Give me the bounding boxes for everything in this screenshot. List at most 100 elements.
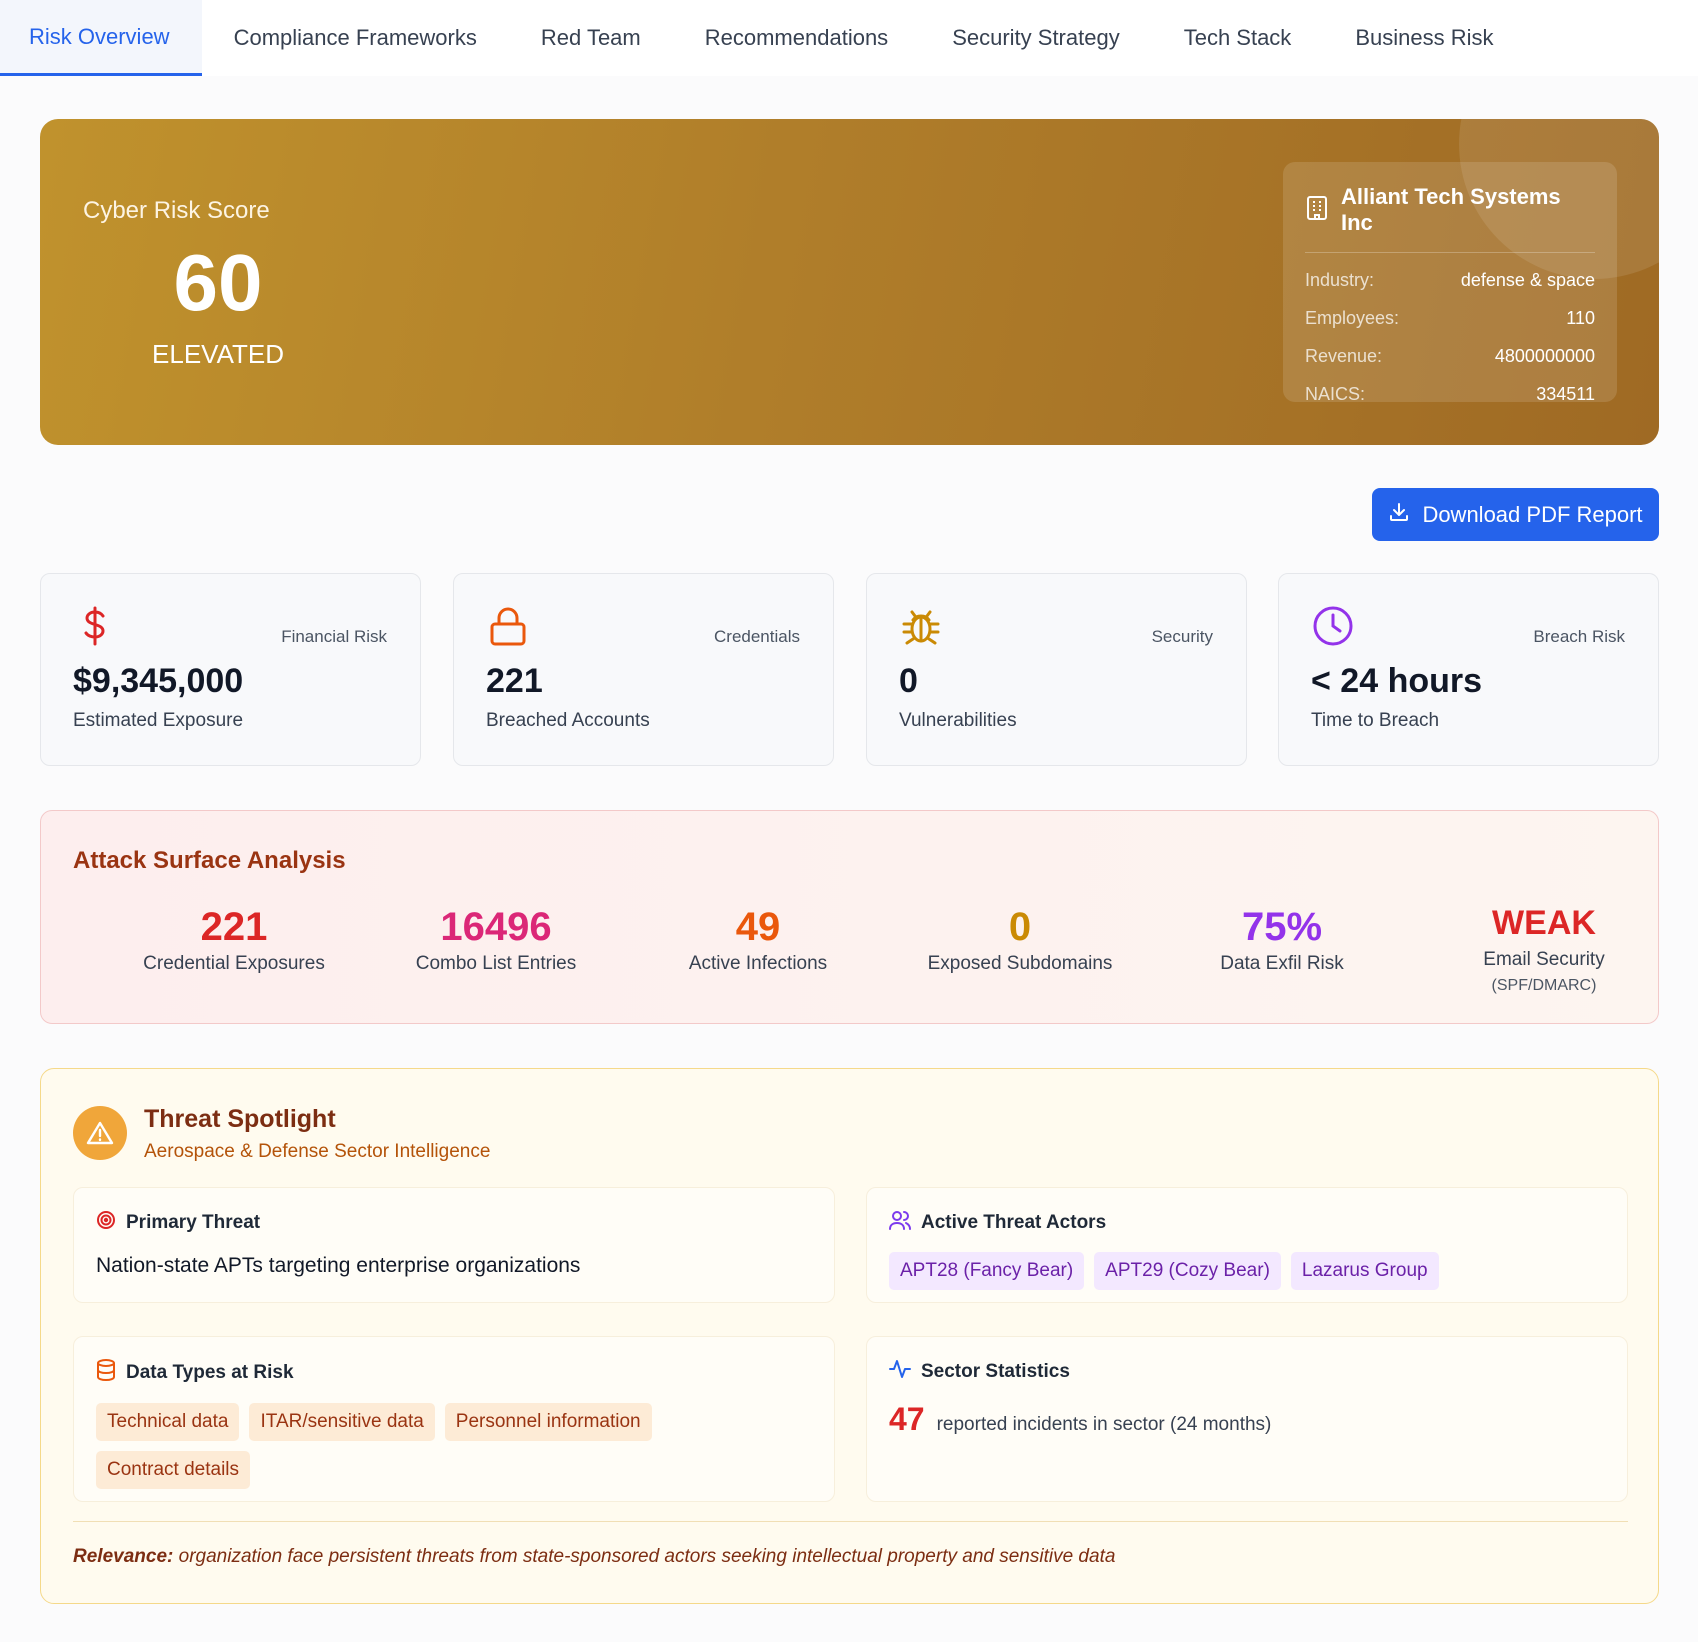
primary-threat-panel: Primary Threat Nation-state APTs targeti… <box>73 1187 835 1303</box>
company-header: Alliant Tech Systems Inc <box>1305 184 1595 253</box>
attack-stat-exposed-subdomains: 0 Exposed Subdomains <box>889 903 1151 975</box>
metric-category: Breach Risk <box>1533 627 1625 646</box>
data-types-heading-text: Data Types at Risk <box>126 1362 294 1383</box>
company-row-key: Revenue: <box>1305 346 1383 366</box>
attack-stat-value: 49 <box>735 905 781 949</box>
tab-red-team[interactable]: Red Team <box>509 0 673 76</box>
data-type-chip: ITAR/sensitive data <box>249 1403 435 1441</box>
threat-actor-chip: APT29 (Cozy Bear) <box>1094 1252 1281 1290</box>
attack-stat-active-infections: 49 Active Infections <box>627 903 889 975</box>
sector-stat-text: reported incidents in sector (24 months) <box>936 1414 1272 1435</box>
tab-risk-overview[interactable]: Risk Overview <box>0 0 202 76</box>
attack-stat-label: Active Infections <box>688 953 828 974</box>
threat-actors-heading: Active Threat Actors <box>889 1210 1605 1236</box>
data-type-chip: Technical data <box>96 1403 240 1441</box>
database-icon <box>96 1359 116 1387</box>
metric-card-breach: Breach Risk < 24 hours Time to Breach <box>1278 573 1659 766</box>
sector-stat-row: 47 reported incidents in sector (24 mont… <box>889 1401 1605 1438</box>
metric-value: $9,345,000 <box>73 662 244 700</box>
threat-actor-chips: APT28 (Fancy Bear) APT29 (Cozy Bear) Laz… <box>889 1252 1509 1290</box>
download-icon <box>1388 501 1410 529</box>
company-row-value: defense & space <box>1460 270 1595 290</box>
relevance-text: organization face persistent threats fro… <box>178 1546 1116 1567</box>
attack-stat-value: 0 <box>1008 905 1032 949</box>
data-type-chips: Technical data ITAR/sensitive data Perso… <box>96 1403 716 1489</box>
data-type-chip: Contract details <box>96 1451 251 1489</box>
attack-stat-value: 16496 <box>440 905 552 949</box>
score-label: Cyber Risk Score <box>83 197 270 224</box>
tab-tech-stack[interactable]: Tech Stack <box>1152 0 1324 76</box>
tab-recommendations[interactable]: Recommendations <box>673 0 920 76</box>
attack-stat-email-security: WEAK Email Security (SPF/DMARC) <box>1413 899 1675 995</box>
data-type-chip: Personnel information <box>444 1403 652 1441</box>
company-row-value: 110 <box>1566 308 1595 328</box>
metric-value: < 24 hours <box>1311 662 1483 700</box>
activity-icon <box>889 1359 911 1385</box>
metric-card-credentials: Credentials 221 Breached Accounts <box>453 573 834 766</box>
clock-icon <box>1311 604 1355 648</box>
users-icon <box>889 1210 911 1236</box>
attack-stat-label: Email Security <box>1483 949 1605 970</box>
warning-icon <box>73 1106 127 1160</box>
threat-spotlight-subtitle: Aerospace & Defense Sector Intelligence <box>144 1141 491 1162</box>
attack-surface-panel: Attack Surface Analysis 221 Credential E… <box>40 810 1659 1024</box>
metric-sub: Time to Breach <box>1311 710 1440 731</box>
sector-statistics-panel: Sector Statistics 47 reported incidents … <box>866 1336 1628 1502</box>
risk-score-banner: Cyber Risk Score 60 ELEVATED Alliant Tec… <box>40 119 1659 445</box>
company-row-key: Employees: <box>1305 308 1400 328</box>
score-value: 60 <box>173 238 263 327</box>
primary-threat-heading-text: Primary Threat <box>126 1212 261 1233</box>
attack-stat-combo-list: 16496 Combo List Entries <box>365 903 627 975</box>
sector-statistics-heading-text: Sector Statistics <box>921 1361 1070 1382</box>
download-pdf-label: Download PDF Report <box>1422 501 1643 527</box>
metric-sub: Vulnerabilities <box>899 710 1017 731</box>
metric-value: 0 <box>899 662 918 700</box>
attack-stat-note: (SPF/DMARC) <box>1491 977 1597 994</box>
bug-icon <box>899 604 943 648</box>
company-row-value: 334511 <box>1536 384 1595 404</box>
dollar-icon <box>73 604 117 648</box>
attack-stat-label: Data Exfil Risk <box>1220 953 1344 974</box>
metric-category: Financial Risk <box>281 627 387 646</box>
attack-stat-label: Combo List Entries <box>415 953 577 974</box>
attack-stat-label: Exposed Subdomains <box>927 953 1113 974</box>
threat-actor-chip: APT28 (Fancy Bear) <box>889 1252 1085 1290</box>
tab-security-strategy[interactable]: Security Strategy <box>920 0 1152 76</box>
metric-card-financial: Financial Risk $9,345,000 Estimated Expo… <box>40 573 421 766</box>
company-row-revenue: Revenue: 4800000000 <box>1305 346 1595 367</box>
threat-actors-heading-text: Active Threat Actors <box>921 1212 1107 1233</box>
download-pdf-button[interactable]: Download PDF Report <box>1372 488 1659 541</box>
threat-spotlight-panel: Threat Spotlight Aerospace & Defense Sec… <box>40 1068 1659 1604</box>
threat-actor-chip: Lazarus Group <box>1290 1252 1439 1290</box>
tab-compliance-frameworks[interactable]: Compliance Frameworks <box>202 0 509 76</box>
sector-statistics-heading: Sector Statistics <box>889 1359 1605 1385</box>
data-types-panel: Data Types at Risk Technical data ITAR/s… <box>73 1336 835 1502</box>
company-row-value: 4800000000 <box>1494 346 1595 366</box>
company-card: Alliant Tech Systems Inc Industry: defen… <box>1283 162 1617 405</box>
metric-category: Security <box>1151 627 1213 646</box>
data-types-heading: Data Types at Risk <box>96 1359 812 1387</box>
primary-threat-heading: Primary Threat <box>96 1210 812 1236</box>
metric-category: Credentials <box>714 627 800 646</box>
score-block: Cyber Risk Score 60 ELEVATED <box>83 197 353 370</box>
attack-stat-data-exfil: 75% Data Exfil Risk <box>1151 903 1413 975</box>
metric-card-security: Security 0 Vulnerabilities <box>866 573 1247 766</box>
company-row-key: Industry: <box>1305 270 1375 290</box>
score-level: ELEVATED <box>152 339 284 369</box>
relevance-note: Relevance: organization face persistent … <box>73 1521 1628 1568</box>
company-row-industry: Industry: defense & space <box>1305 270 1595 291</box>
primary-threat-text: Nation-state APTs targeting enterprise o… <box>96 1254 581 1277</box>
attack-stat-value: 221 <box>200 905 268 949</box>
company-row-naics: NAICS: 334511 <box>1305 384 1595 405</box>
lock-icon <box>486 604 530 648</box>
company-name: Alliant Tech Systems Inc <box>1341 184 1561 235</box>
tab-business-risk[interactable]: Business Risk <box>1323 0 1525 76</box>
tab-bar: Risk Overview Compliance Frameworks Red … <box>0 0 1698 76</box>
company-row-key: NAICS: <box>1305 384 1366 404</box>
threat-actors-panel: Active Threat Actors APT28 (Fancy Bear) … <box>866 1187 1628 1303</box>
target-icon <box>96 1210 116 1236</box>
threat-spotlight-title: Threat Spotlight <box>144 1105 336 1133</box>
attack-stat-value: WEAK <box>1492 904 1596 942</box>
attack-stat-label: Credential Exposures <box>143 953 325 974</box>
metric-sub: Estimated Exposure <box>73 710 244 731</box>
